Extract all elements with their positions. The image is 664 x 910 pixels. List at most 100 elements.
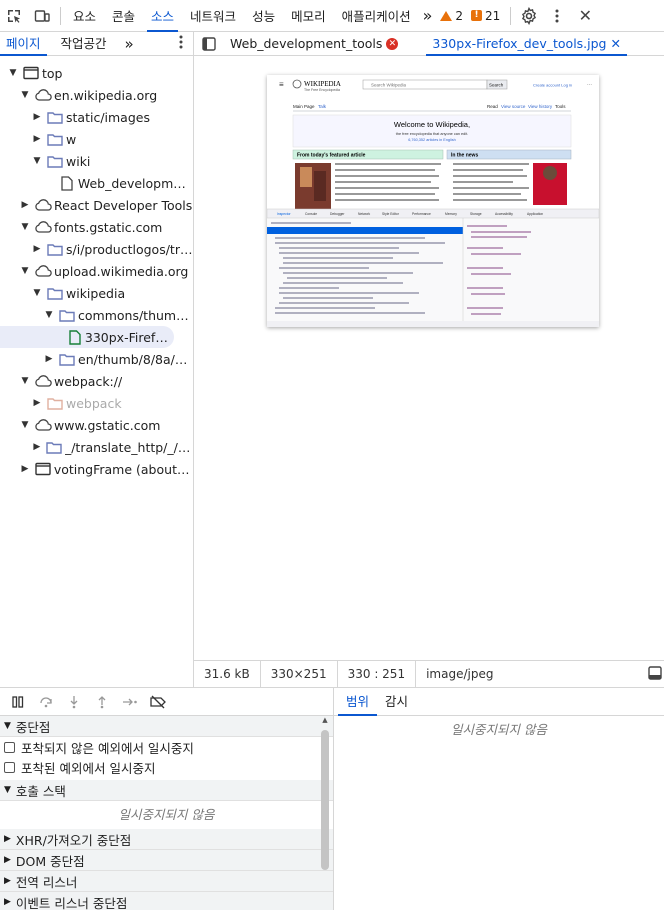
tree-item[interactable]: ▶ votingFrame (about:… bbox=[0, 458, 194, 480]
tab-scope[interactable]: 범위 bbox=[338, 688, 378, 716]
step-into-icon[interactable] bbox=[60, 688, 88, 716]
chevron-right-icon[interactable]: ▶ bbox=[30, 134, 44, 144]
scrollbar-thumb[interactable] bbox=[321, 730, 329, 870]
close-icon[interactable]: ✕ bbox=[571, 0, 599, 32]
checkbox-icon[interactable] bbox=[4, 761, 15, 773]
step-over-icon[interactable] bbox=[32, 688, 60, 716]
chevron-right-icon[interactable]: ▶ bbox=[18, 200, 32, 210]
tab-elements[interactable]: 요소 bbox=[65, 0, 104, 32]
callstack-section-header[interactable]: ▼ 호출 스택 bbox=[0, 780, 333, 801]
svg-text:the free encyclopedia that any: the free encyclopedia that anyone can ed… bbox=[396, 132, 468, 136]
chevron-right-icon[interactable]: ▶ bbox=[30, 442, 44, 452]
editor-tabs: Web_development_tools ✕ 330px-Firefox_de… bbox=[194, 32, 664, 56]
tree-item[interactable]: ▼ upload.wikimedia.org bbox=[0, 260, 193, 282]
scrollbar[interactable]: ▲ bbox=[321, 716, 329, 910]
chevron-down-icon[interactable]: ▼ bbox=[6, 68, 20, 78]
checkbox-icon[interactable] bbox=[4, 741, 15, 753]
chevron-down-icon[interactable]: ▼ bbox=[18, 376, 32, 386]
step-out-icon[interactable] bbox=[88, 688, 116, 716]
navigator-menu-icon[interactable] bbox=[179, 35, 183, 52]
chevron-right-icon[interactable]: ▶ bbox=[30, 112, 44, 122]
event-listener-breakpoints-section-header[interactable]: ▶ 이벤트 리스너 중단점 bbox=[0, 892, 333, 910]
folder-icon bbox=[44, 153, 66, 169]
deactivate-breakpoints-icon[interactable] bbox=[144, 688, 172, 716]
chevron-down-icon[interactable]: ▼ bbox=[18, 266, 32, 276]
close-icon[interactable]: ✕ bbox=[611, 36, 621, 51]
tab-watch[interactable]: 감시 bbox=[377, 688, 416, 715]
editor-tab-web-development-tools[interactable]: Web_development_tools ✕ bbox=[224, 32, 404, 56]
chevron-right-icon[interactable]: ▶ bbox=[30, 398, 44, 408]
svg-text:WIKIPEDIA: WIKIPEDIA bbox=[304, 80, 341, 88]
tab-console[interactable]: 콘솔 bbox=[104, 0, 143, 32]
checkbox-label: 포착된 예외에서 일시중지 bbox=[21, 760, 156, 776]
tree-item[interactable]: ▶ static/images bbox=[0, 106, 193, 128]
svg-text:Read: Read bbox=[487, 104, 498, 109]
tree-item[interactable]: ▼ top bbox=[0, 62, 193, 84]
svg-text:The Free Encyclopedia: The Free Encyclopedia bbox=[304, 88, 340, 92]
tree-item[interactable]: ▶ en/thumb/8/8a/… bbox=[0, 348, 193, 370]
chevron-down-icon[interactable]: ▼ bbox=[18, 222, 32, 232]
pause-uncaught-checkbox[interactable]: 포착되지 않은 예외에서 일시중지 bbox=[0, 737, 333, 757]
tab-performance[interactable]: 성능 bbox=[244, 0, 283, 32]
toggle-console-icon[interactable] bbox=[648, 665, 662, 683]
tree-item[interactable]: ▶ _/translate_http/_/s… bbox=[0, 436, 193, 458]
pause-icon[interactable] bbox=[4, 688, 32, 716]
tree-item-label: React Developer Tools bbox=[54, 197, 193, 213]
section-title: 호출 스택 bbox=[15, 783, 66, 799]
tree-item[interactable]: ▶ webpack bbox=[0, 392, 193, 414]
gear-icon[interactable] bbox=[515, 0, 543, 32]
tab-application[interactable]: 애플리케이션 bbox=[334, 0, 419, 32]
step-icon[interactable] bbox=[116, 688, 144, 716]
svg-text:Talk: Talk bbox=[318, 104, 327, 109]
editor-tab-firefox-image[interactable]: 330px-Firefox_dev_tools.jpg ✕ bbox=[426, 32, 627, 56]
xhr-breakpoints-section-header[interactable]: ▶ XHR/가져오기 중단점 bbox=[0, 829, 333, 850]
chevron-down-icon[interactable]: ▼ bbox=[42, 310, 56, 320]
global-listeners-section-header[interactable]: ▶ 전역 리스너 bbox=[0, 871, 333, 892]
tab-memory[interactable]: 메모리 bbox=[283, 0, 334, 32]
tree-item[interactable]: 330px-Firefox_… bbox=[0, 326, 174, 348]
chevron-right-icon: ▶ bbox=[4, 897, 11, 907]
chevron-right-icon[interactable]: ▶ bbox=[42, 354, 56, 364]
tree-item[interactable]: ▼ en.wikipedia.org bbox=[0, 84, 193, 106]
tree-item[interactable]: ▼ wikipedia bbox=[0, 282, 193, 304]
tree-item[interactable]: ▼ wiki bbox=[0, 150, 193, 172]
more-navigator-tabs-icon[interactable]: » bbox=[119, 32, 140, 56]
chevron-down-icon[interactable]: ▼ bbox=[30, 288, 44, 298]
toggle-navigator-icon[interactable] bbox=[194, 36, 224, 51]
breakpoints-section-header[interactable]: ▼ 중단점 bbox=[0, 716, 333, 737]
firefox-devtools-screenshot: ≡ WIKIPEDIA The Free Encyclopedia Search… bbox=[267, 75, 599, 327]
chevron-right-icon[interactable]: ▶ bbox=[18, 464, 32, 474]
close-error-icon[interactable]: ✕ bbox=[386, 37, 399, 50]
tree-item[interactable]: ▶ s/i/productlogos/tr… bbox=[0, 238, 193, 260]
tree-item-label: w bbox=[66, 131, 77, 147]
tree-item-label: s/i/productlogos/tr… bbox=[66, 241, 193, 257]
tree-item[interactable]: Web_developme… bbox=[0, 172, 193, 194]
tree-item[interactable]: ▼ fonts.gstatic.com bbox=[0, 216, 193, 238]
tree-item[interactable]: ▶ React Developer Tools bbox=[0, 194, 193, 216]
not-paused-message: 일시중지되지 않음 bbox=[451, 722, 547, 737]
chevron-down-icon[interactable]: ▼ bbox=[18, 90, 32, 100]
chevron-down-icon[interactable]: ▼ bbox=[30, 156, 44, 166]
kebab-menu-icon[interactable] bbox=[543, 0, 571, 32]
tab-page[interactable]: 페이지 bbox=[0, 32, 47, 56]
tree-item-label: 330px-Firefox_… bbox=[84, 329, 174, 345]
tree-item[interactable]: ▼ webpack:// bbox=[0, 370, 193, 392]
tree-item[interactable]: ▼ commons/thum… bbox=[0, 304, 193, 326]
tab-network[interactable]: 네트워크 bbox=[182, 0, 244, 32]
tree-item[interactable]: ▶ w bbox=[0, 128, 193, 150]
chevron-right-icon[interactable]: ▶ bbox=[30, 244, 44, 254]
inspect-element-icon[interactable] bbox=[0, 0, 28, 32]
tab-sources[interactable]: 소스 bbox=[143, 0, 182, 32]
scope-pane: 범위 감시 일시중지되지 않음 bbox=[334, 687, 664, 910]
tab-workspace[interactable]: 작업공간 bbox=[55, 32, 113, 56]
device-toolbar-icon[interactable] bbox=[28, 0, 56, 32]
dom-breakpoints-section-header[interactable]: ▶ DOM 중단점 bbox=[0, 850, 333, 871]
tree-item[interactable]: ▼ www.gstatic.com bbox=[0, 414, 193, 436]
devtools-toolbar: 요소 콘솔 소스 네트워크 성능 메모리 애플리케이션 » 2 ! 21 ✕ bbox=[0, 0, 664, 32]
warnings-badge[interactable]: 2 ! 21 bbox=[440, 9, 500, 23]
chevron-down-icon[interactable]: ▼ bbox=[18, 420, 32, 430]
scroll-up-icon[interactable]: ▲ bbox=[321, 716, 329, 724]
svg-text:Tools: Tools bbox=[555, 104, 566, 109]
more-tabs-icon[interactable]: » bbox=[419, 0, 437, 32]
pause-caught-checkbox[interactable]: 포착된 예외에서 일시중지 bbox=[0, 757, 333, 777]
